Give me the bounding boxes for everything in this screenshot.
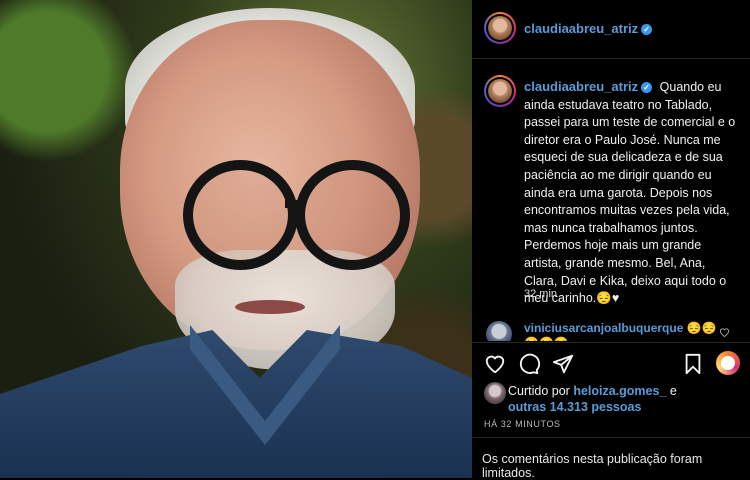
heart-outline-icon[interactable] [484,353,506,375]
post-caption: claudiaabreu_atriz ✓ Quando eu ainda estu… [524,78,738,308]
liked-by-others-line: outras 14.313 pessoas [508,400,641,414]
caption-verified-badge-icon: ✓ [641,82,653,93]
comment-like-heart-icon[interactable] [719,327,730,337]
caption-timestamp[interactable]: 32 min [524,288,557,300]
likes-summary: Curtido por heloiza.gomes_ e outras 14.3… [472,378,750,418]
photo-mouth [235,300,305,314]
liked-by-others[interactable]: outras 14.313 pessoas [508,400,641,414]
glasses-right-lens [295,160,410,270]
post-photo[interactable] [0,0,472,478]
comment: viniciusarcanjoalbuquerque 😔😔 [524,321,717,335]
comments-area[interactable]: claudiaabreu_atriz ✓ Quando eu ainda estu… [472,59,750,341]
commenter-avatar[interactable] [486,321,512,341]
caption-username[interactable]: claudiaabreu_atriz ✓ [524,79,653,94]
comments-limited-text: Os comentários nesta publicação foram li… [482,452,703,480]
liker-avatar[interactable] [484,382,506,404]
commenter-username[interactable]: viniciusarcanjoalbuquerque [524,321,683,335]
verified-badge-icon: ✓ [641,24,653,35]
liked-by-user[interactable]: heloiza.gomes_ [573,384,666,398]
comment-text: 😔😔 [683,321,717,335]
author-avatar[interactable] [484,12,516,44]
author-username-text[interactable]: claudiaabreu_atriz [524,21,638,36]
post-header: claudiaabreu_atriz ✓ [472,0,750,59]
story-ring-icon[interactable] [716,351,740,375]
liked-by-line: Curtido por heloiza.gomes_ e [508,384,677,398]
post-action-bar [472,342,750,379]
caption-author-avatar[interactable] [484,75,516,107]
liked-by-joiner: e [666,384,677,398]
glasses-left-lens [183,160,298,270]
comment-bubble-icon[interactable] [518,353,540,375]
comments-limited-notice: Os comentários nesta publicação foram li… [472,437,750,480]
caption-text: Quando eu ainda estudava teatro no Tabla… [524,80,736,306]
post-side-panel: claudiaabreu_atriz ✓ claudiaabreu_atriz ✓ … [472,0,750,480]
comment-text-continued: 😔😔😔 [524,336,569,341]
bookmark-icon[interactable] [682,353,704,375]
post-time-ago[interactable]: HÁ 32 MINUTOS [484,419,561,429]
paper-plane-icon[interactable] [552,353,574,375]
caption-username-text[interactable]: claudiaabreu_atriz [524,79,638,94]
liked-by-prefix: Curtido por [508,384,574,398]
author-username[interactable]: claudiaabreu_atriz ✓ [524,21,653,36]
